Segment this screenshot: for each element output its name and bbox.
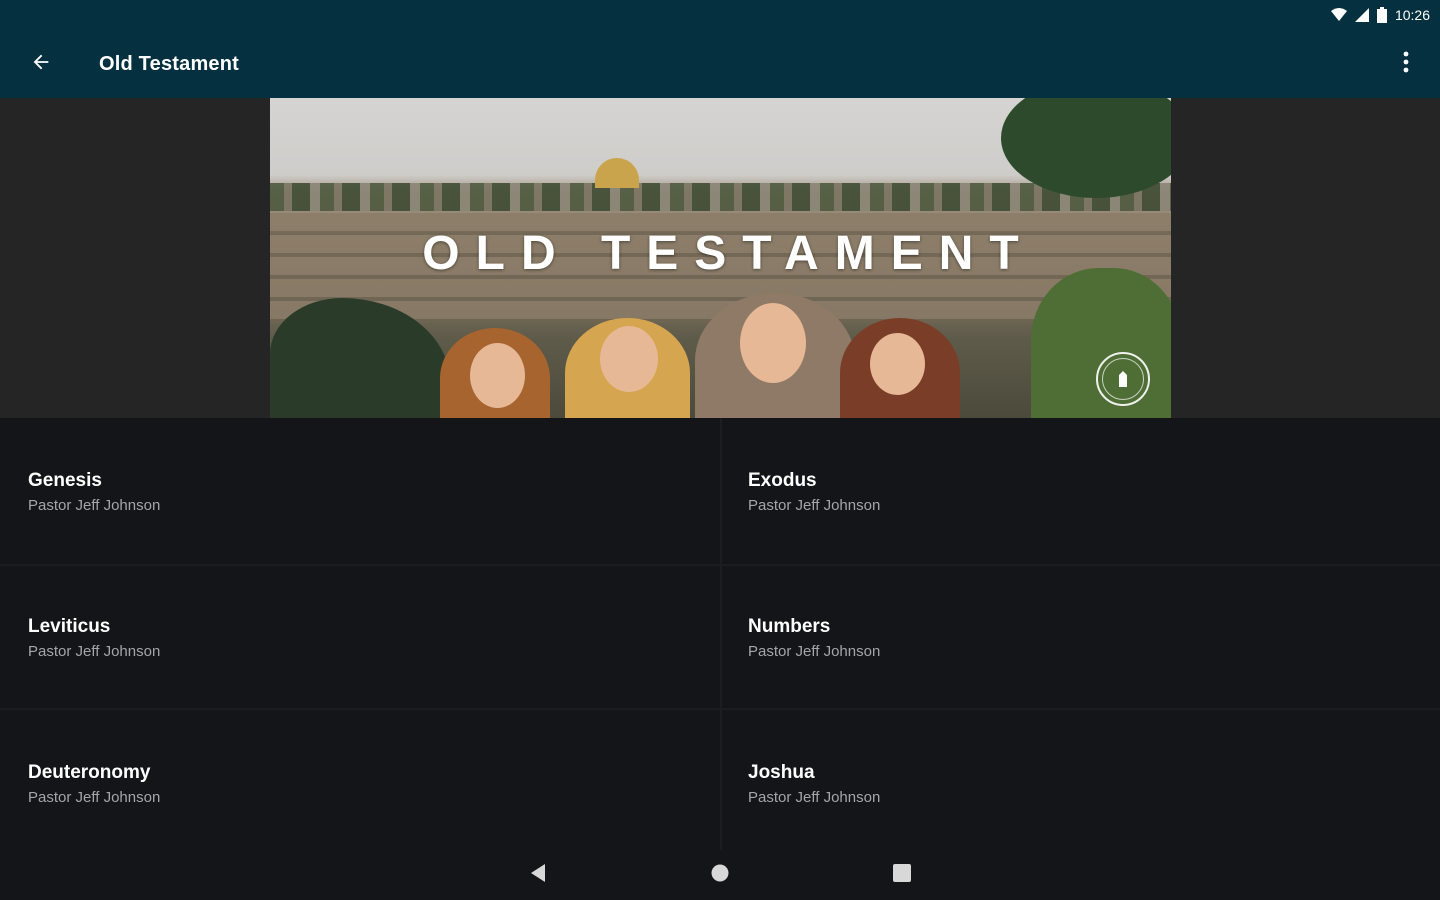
series-list: Genesis Pastor Jeff Johnson Exodus Pasto… (0, 418, 1440, 850)
item-title: Leviticus (28, 616, 111, 637)
nav-back-button[interactable] (520, 860, 556, 890)
item-title: Numbers (748, 616, 831, 637)
wifi-icon (1330, 8, 1347, 22)
item-subtitle: Pastor Jeff Johnson (28, 789, 161, 806)
item-title: Joshua (748, 762, 815, 783)
item-subtitle: Pastor Jeff Johnson (28, 643, 161, 660)
back-button[interactable] (21, 44, 61, 84)
status-bar: 10:26 (0, 0, 1440, 30)
list-item[interactable]: Joshua Pastor Jeff Johnson (720, 710, 1440, 856)
list-item[interactable]: Exodus Pastor Jeff Johnson (720, 418, 1440, 564)
overflow-menu-button[interactable] (1388, 44, 1424, 84)
list-item[interactable]: Numbers Pastor Jeff Johnson (720, 564, 1440, 710)
hero-title: OLD TESTAMENT (422, 227, 1035, 280)
item-subtitle: Pastor Jeff Johnson (748, 497, 881, 514)
list-item[interactable]: Leviticus Pastor Jeff Johnson (0, 564, 720, 710)
item-title: Genesis (28, 470, 102, 491)
item-subtitle: Pastor Jeff Johnson (28, 497, 161, 514)
item-subtitle: Pastor Jeff Johnson (748, 789, 881, 806)
system-navigation-bar (0, 850, 1440, 900)
hero-banner-image: OLD TESTAMENT (270, 98, 1171, 418)
page-title: Old Testament (99, 52, 240, 75)
square-recents-icon (892, 863, 912, 888)
item-title: Exodus (748, 470, 817, 491)
circle-home-icon (710, 863, 730, 888)
triangle-back-icon (529, 863, 547, 888)
nav-recents-button[interactable] (884, 860, 920, 890)
item-title: Deuteronomy (28, 762, 151, 783)
list-item[interactable]: Genesis Pastor Jeff Johnson (0, 418, 720, 564)
status-time: 10:26 (1394, 7, 1430, 23)
more-vert-icon (1403, 51, 1409, 78)
hero-section: OLD TESTAMENT (0, 98, 1440, 418)
signal-icon (1354, 8, 1369, 22)
arrow-back-icon (30, 51, 52, 78)
list-item[interactable]: Deuteronomy Pastor Jeff Johnson (0, 710, 720, 856)
nav-home-button[interactable] (702, 860, 738, 890)
battery-icon (1376, 7, 1387, 23)
item-subtitle: Pastor Jeff Johnson (748, 643, 881, 660)
church-logo-icon (1096, 352, 1150, 406)
app-bar: Old Testament (0, 30, 1440, 98)
